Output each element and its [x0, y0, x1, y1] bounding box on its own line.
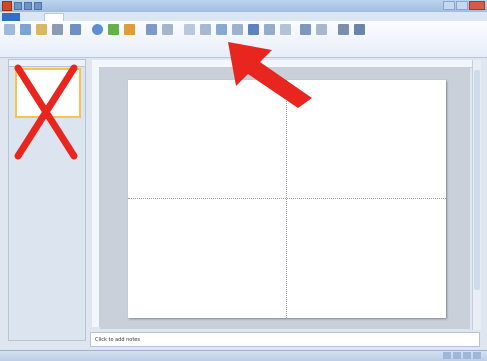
date-time-icon [232, 24, 243, 35]
screenshot-icon [52, 24, 63, 35]
group-media [336, 51, 372, 56]
smartart-button[interactable] [108, 24, 119, 40]
quick-access-toolbar [14, 2, 42, 10]
text-box-button[interactable] [184, 24, 195, 40]
header-footer-icon [200, 24, 211, 35]
group-illustrations [90, 51, 140, 56]
reading-view-icon[interactable] [463, 352, 471, 359]
shapes-icon [92, 24, 103, 35]
close-button[interactable] [469, 1, 485, 10]
tab-view[interactable] [196, 13, 214, 21]
red-arrow-icon [228, 42, 312, 108]
wordart-button[interactable] [216, 24, 227, 40]
picture-button[interactable] [20, 24, 31, 40]
clip-art-icon [36, 24, 47, 35]
object-icon [280, 24, 291, 35]
window-controls [443, 1, 485, 10]
audio-icon [354, 24, 365, 35]
tab-design[interactable] [66, 13, 86, 21]
equation-button[interactable] [300, 24, 311, 40]
hyperlink-icon [146, 24, 157, 35]
photo-album-button[interactable] [70, 24, 81, 40]
tab-insert[interactable] [44, 13, 64, 21]
normal-view-icon[interactable] [443, 352, 451, 359]
text-box-icon [184, 24, 195, 35]
hyperlink-button[interactable] [146, 24, 157, 40]
chart-button[interactable] [124, 24, 135, 40]
slide[interactable] [128, 80, 446, 318]
powerpoint-icon[interactable] [2, 1, 12, 11]
symbol2-button[interactable] [316, 24, 327, 40]
slide-number-button[interactable] [248, 24, 259, 40]
tab-transitions[interactable] [88, 13, 114, 21]
status-bar [0, 350, 487, 361]
shapes-button[interactable] [92, 24, 103, 40]
chart-icon [124, 24, 135, 35]
picture-icon [20, 24, 31, 35]
vertical-ruler[interactable] [92, 67, 100, 327]
clip-art-button[interactable] [36, 24, 47, 40]
ribbon-tabs [0, 12, 487, 21]
horizontal-guide[interactable] [128, 198, 446, 199]
video-button[interactable] [338, 24, 349, 40]
slide-sorter-icon[interactable] [453, 352, 461, 359]
symbol-button[interactable] [264, 24, 275, 40]
table-icon [4, 24, 15, 35]
video-icon [338, 24, 349, 35]
photo-album-icon [70, 24, 81, 35]
view-buttons [443, 352, 481, 359]
scrollbar-thumb[interactable] [474, 70, 480, 290]
title-bar [0, 0, 487, 12]
vertical-scrollbar[interactable] [472, 60, 481, 330]
action-icon [162, 24, 173, 35]
tab-file[interactable] [2, 13, 20, 21]
save-icon[interactable] [14, 2, 22, 10]
tab-home[interactable] [24, 13, 42, 21]
equation-icon [300, 24, 311, 35]
slide-number-icon [248, 24, 259, 35]
vertical-guide[interactable] [286, 80, 287, 318]
screenshot-button[interactable] [52, 24, 63, 40]
tab-review[interactable] [172, 13, 194, 21]
header-footer-button[interactable] [200, 24, 211, 40]
notes-pane[interactable]: Click to add notes [90, 332, 480, 347]
wordart-icon [216, 24, 227, 35]
red-x-icon [14, 64, 78, 160]
omega-icon [316, 24, 327, 35]
symbol-icon [264, 24, 275, 35]
table-button[interactable] [4, 24, 15, 40]
undo-icon[interactable] [24, 2, 32, 10]
group-tables [2, 51, 32, 56]
redo-icon[interactable] [34, 2, 42, 10]
date-time-button[interactable] [232, 24, 243, 40]
tab-animations[interactable] [116, 13, 140, 21]
slideshow-view-icon[interactable] [473, 352, 481, 359]
object-button[interactable] [280, 24, 291, 40]
notes-placeholder: Click to add notes [95, 337, 140, 343]
audio-button[interactable] [354, 24, 365, 40]
tab-slide-show[interactable] [142, 13, 170, 21]
maximize-button[interactable] [456, 1, 468, 10]
group-images [36, 51, 86, 56]
smartart-icon [108, 24, 119, 35]
action-button[interactable] [162, 24, 173, 40]
group-links [144, 51, 180, 56]
minimize-button[interactable] [443, 1, 455, 10]
